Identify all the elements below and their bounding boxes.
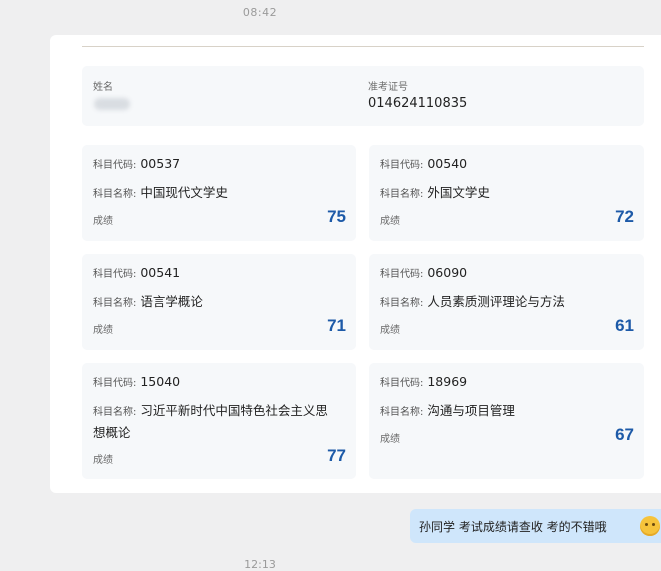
subject-code-label: 科目代码:	[93, 269, 137, 280]
score-value: 77	[327, 446, 346, 465]
subject-name-line: 科目名称: 人员素质测评理论与方法	[380, 291, 565, 310]
subject-code-line: 科目代码: 00541	[93, 265, 180, 280]
subject-name-label: 科目名称:	[380, 189, 424, 200]
subject-code-line: 科目代码: 00537	[93, 156, 180, 171]
score-label: 成绩	[380, 325, 400, 336]
score-label: 成绩	[93, 325, 113, 336]
subject-card: 科目代码: 00540 科目名称: 外国文学史 成绩 72	[369, 145, 644, 241]
name-value-redacted	[94, 98, 130, 110]
subject-card: 科目代码: 06090 科目名称: 人员素质测评理论与方法 成绩 61	[369, 254, 644, 350]
chat-message-bubble[interactable]: 孙同学 考试成绩请查收 考的不错哦	[410, 509, 661, 543]
name-label: 姓名	[93, 82, 113, 93]
subject-code-label: 科目代码:	[380, 269, 424, 280]
subject-code-line: 科目代码: 00540	[380, 156, 467, 171]
candidate-info-panel: 姓名 准考证号 014624110835	[82, 66, 644, 126]
subject-name-label: 科目名称:	[93, 298, 137, 309]
ticket-value: 014624110835	[368, 96, 468, 111]
subject-card: 科目代码: 15040 科目名称: 习近平新时代中国特色社会主义思 想概论 成绩…	[82, 363, 356, 479]
score-value: 67	[615, 425, 634, 444]
subject-name: 语言学概论	[140, 294, 203, 309]
subject-name: 人员素质测评理论与方法	[427, 294, 565, 309]
timestamp-top: 08:42	[242, 6, 278, 19]
chat-message-text: 孙同学 考试成绩请查收 考的不错哦	[419, 520, 607, 534]
subject-name-line: 科目名称: 沟通与项目管理	[380, 400, 515, 419]
subject-name-line: 科目名称: 外国文学史	[380, 182, 490, 201]
divider	[82, 46, 644, 47]
subject-code: 00540	[427, 156, 468, 171]
subject-name: 中国现代文学史	[140, 185, 228, 200]
subject-code-line: 科目代码: 18969	[380, 374, 467, 389]
score-value: 71	[327, 316, 346, 335]
subject-name-label: 科目名称:	[93, 189, 137, 200]
subject-name-label: 科目名称:	[93, 407, 137, 418]
subject-code: 18969	[427, 374, 468, 389]
score-value: 61	[615, 316, 634, 335]
subject-code-label: 科目代码:	[93, 160, 137, 171]
subject-code: 15040	[140, 374, 181, 389]
subject-card: 科目代码: 00541 科目名称: 语言学概论 成绩 71	[82, 254, 356, 350]
subject-name-label: 科目名称:	[380, 407, 424, 418]
score-value: 72	[615, 207, 634, 226]
subject-code-label: 科目代码:	[380, 378, 424, 389]
score-label: 成绩	[380, 216, 400, 227]
subject-name-line: 科目名称: 语言学概论	[93, 291, 203, 310]
subject-name: 外国文学史	[427, 185, 490, 200]
subject-name-label: 科目名称:	[380, 298, 424, 309]
ticket-label: 准考证号	[368, 82, 408, 93]
score-label: 成绩	[380, 434, 400, 445]
exam-result-card[interactable]: 姓名 准考证号 014624110835 科目代码: 00537 科目名称: 中…	[50, 35, 661, 493]
shy-smile-emoji-icon	[640, 516, 660, 536]
subject-code: 00541	[140, 265, 181, 280]
subject-code-line: 科目代码: 15040	[93, 374, 180, 389]
subject-card: 科目代码: 18969 科目名称: 沟通与项目管理 成绩 67	[369, 363, 644, 479]
score-label: 成绩	[93, 455, 113, 466]
subject-name: 沟通与项目管理	[427, 403, 515, 418]
subject-code-label: 科目代码:	[93, 378, 137, 389]
subject-name-continued: 想概论	[93, 425, 131, 440]
subject-name: 习近平新时代中国特色社会主义思	[140, 403, 328, 418]
score-label: 成绩	[93, 216, 113, 227]
subject-name-line: 科目名称: 中国现代文学史	[93, 182, 228, 201]
subject-code: 00537	[140, 156, 181, 171]
score-value: 75	[327, 207, 346, 226]
subject-card: 科目代码: 00537 科目名称: 中国现代文学史 成绩 75	[82, 145, 356, 241]
subject-code-line: 科目代码: 06090	[380, 265, 467, 280]
subject-code: 06090	[427, 265, 468, 280]
subject-name-line: 科目名称: 习近平新时代中国特色社会主义思	[93, 400, 328, 419]
subject-code-label: 科目代码:	[380, 160, 424, 171]
